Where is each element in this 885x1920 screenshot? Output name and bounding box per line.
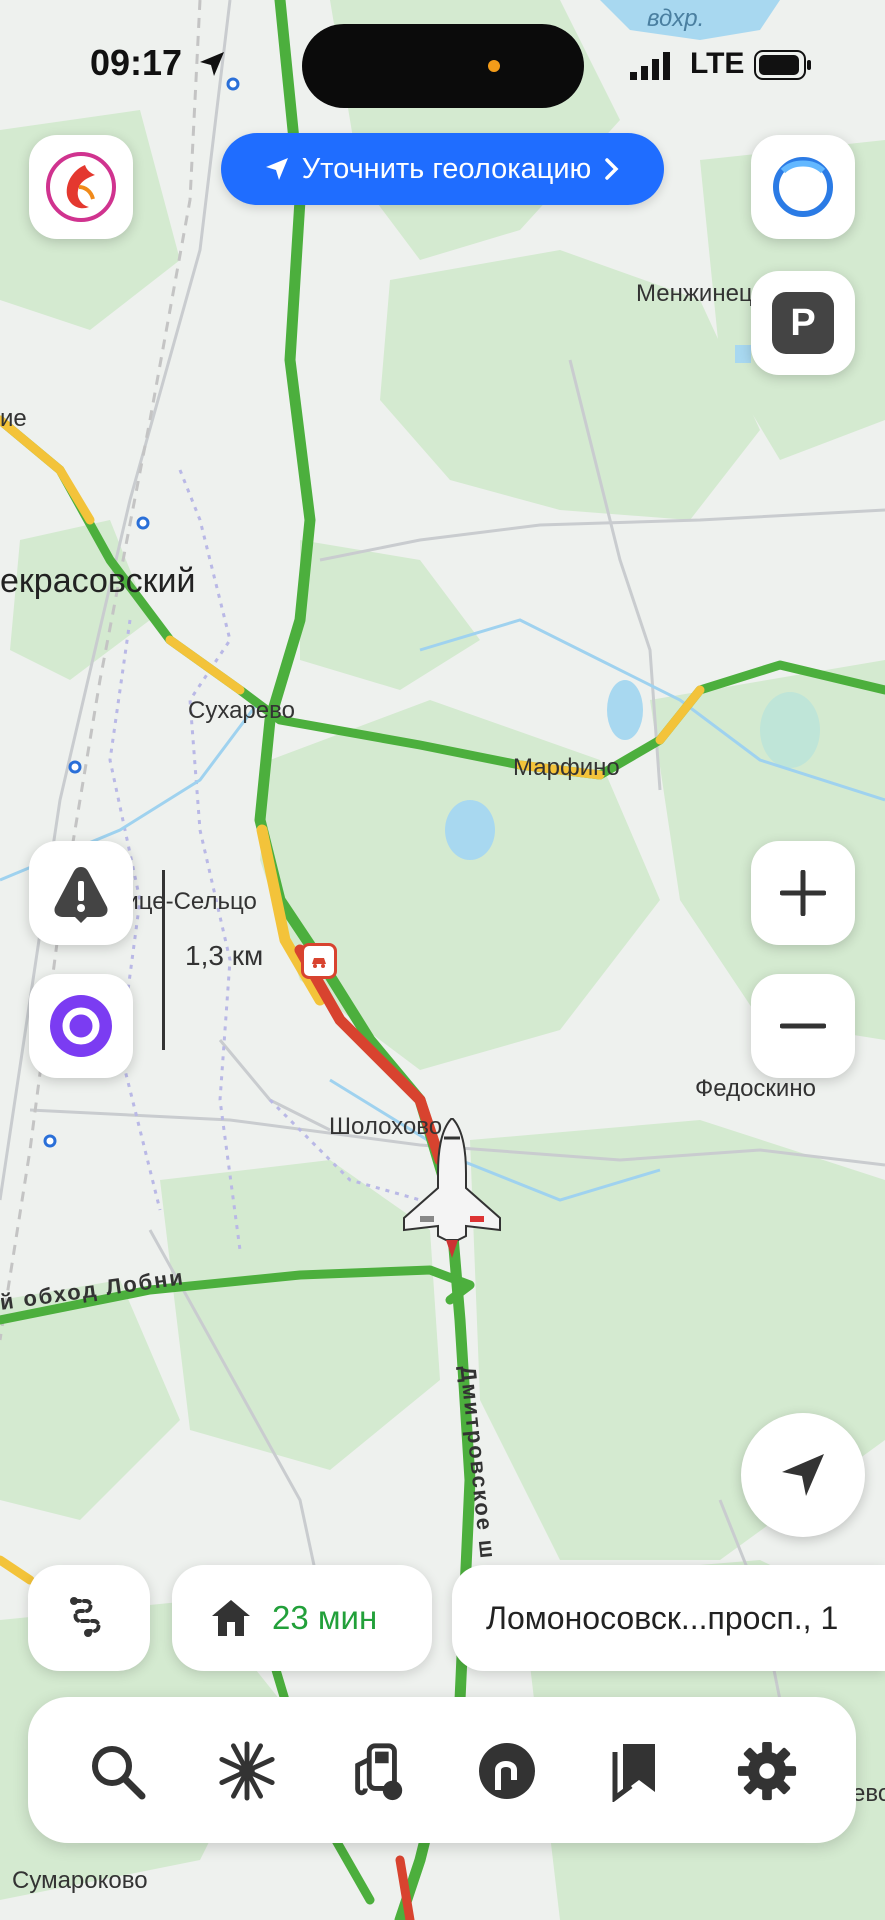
zoom-out-button[interactable] — [751, 974, 855, 1078]
refine-geolocation-label: Уточнить геолокацию — [301, 152, 592, 185]
chevron-right-icon — [605, 158, 619, 180]
burst-icon — [219, 1741, 275, 1801]
route-options-button[interactable] — [28, 1565, 150, 1671]
map-label-ie: ие — [0, 405, 27, 432]
location-arrow-icon — [200, 52, 224, 76]
search-button[interactable] — [86, 1740, 148, 1802]
report-incident-button[interactable] — [29, 841, 133, 945]
scale-bar — [162, 870, 165, 1050]
app-logo-button[interactable] — [29, 135, 133, 239]
bookmarks-button[interactable] — [606, 1740, 668, 1802]
blue-ring-icon — [773, 157, 833, 217]
parking-icon: P — [772, 292, 834, 354]
eta-label: 23 мин — [272, 1599, 378, 1636]
fuel-button[interactable] — [346, 1740, 408, 1802]
map-label-sukharevo: Сухарево — [188, 697, 295, 724]
fuel-icon — [355, 1743, 403, 1801]
search-icon — [92, 1746, 146, 1800]
scale-label: 1,3 км — [185, 940, 264, 971]
gear-icon — [737, 1741, 797, 1801]
flame-logo-icon — [46, 152, 116, 222]
minus-icon — [780, 1023, 826, 1029]
warning-icon — [54, 867, 108, 923]
route-icon — [479, 1743, 535, 1799]
destination-label: Ломоносовск...просп., 1 — [486, 1599, 839, 1636]
bookmarks-icon — [612, 1744, 655, 1802]
settings-button[interactable] — [736, 1740, 798, 1802]
map-label-fedoskino: Федоскино — [695, 1075, 816, 1102]
bottom-toolbar — [28, 1697, 856, 1843]
road-accident-icon[interactable] — [301, 943, 337, 979]
destination-button[interactable]: Ломоносовск...просп., 1 — [452, 1565, 885, 1671]
battery-icon — [754, 50, 811, 80]
map-label-troitse-seltso: оице-Сельцо — [112, 888, 257, 915]
plus-icon — [780, 870, 826, 916]
status-bar: 09:17 LTE — [0, 0, 885, 130]
route-squiggle-icon — [70, 1597, 101, 1637]
map-label-sumarokovo: Сумароково — [12, 1867, 148, 1894]
refine-geolocation-button[interactable]: Уточнить геолокацию — [221, 133, 664, 205]
map-label-marfino: Марфино — [513, 754, 620, 781]
discover-button[interactable] — [216, 1740, 278, 1802]
zoom-in-button[interactable] — [751, 841, 855, 945]
status-time: 09:17 — [90, 42, 183, 83]
navigation-arrow-icon — [265, 158, 288, 180]
map-label-nekrasovsky: екрасовский — [0, 562, 196, 600]
alice-icon — [50, 995, 112, 1057]
alice-assistant-button[interactable] — [29, 974, 133, 1078]
my-location-button[interactable] — [741, 1413, 865, 1537]
parking-button[interactable]: P — [751, 271, 855, 375]
map-label-evo: ево — [852, 1780, 885, 1807]
dynamic-island — [302, 24, 584, 108]
home-route-button[interactable]: 23 мин — [172, 1565, 432, 1671]
network-type: LTE — [690, 47, 745, 80]
home-icon — [212, 1600, 250, 1636]
parking-label: P — [790, 301, 816, 344]
location-arrow-icon — [782, 1454, 824, 1496]
recording-dot-icon — [488, 60, 500, 72]
profile-button[interactable] — [751, 135, 855, 239]
signal-icon — [630, 52, 670, 80]
route-button[interactable] — [476, 1740, 538, 1802]
user-location-shuttle-icon — [400, 1116, 504, 1258]
map-label-menzhinets: Менжинец — [636, 280, 753, 307]
